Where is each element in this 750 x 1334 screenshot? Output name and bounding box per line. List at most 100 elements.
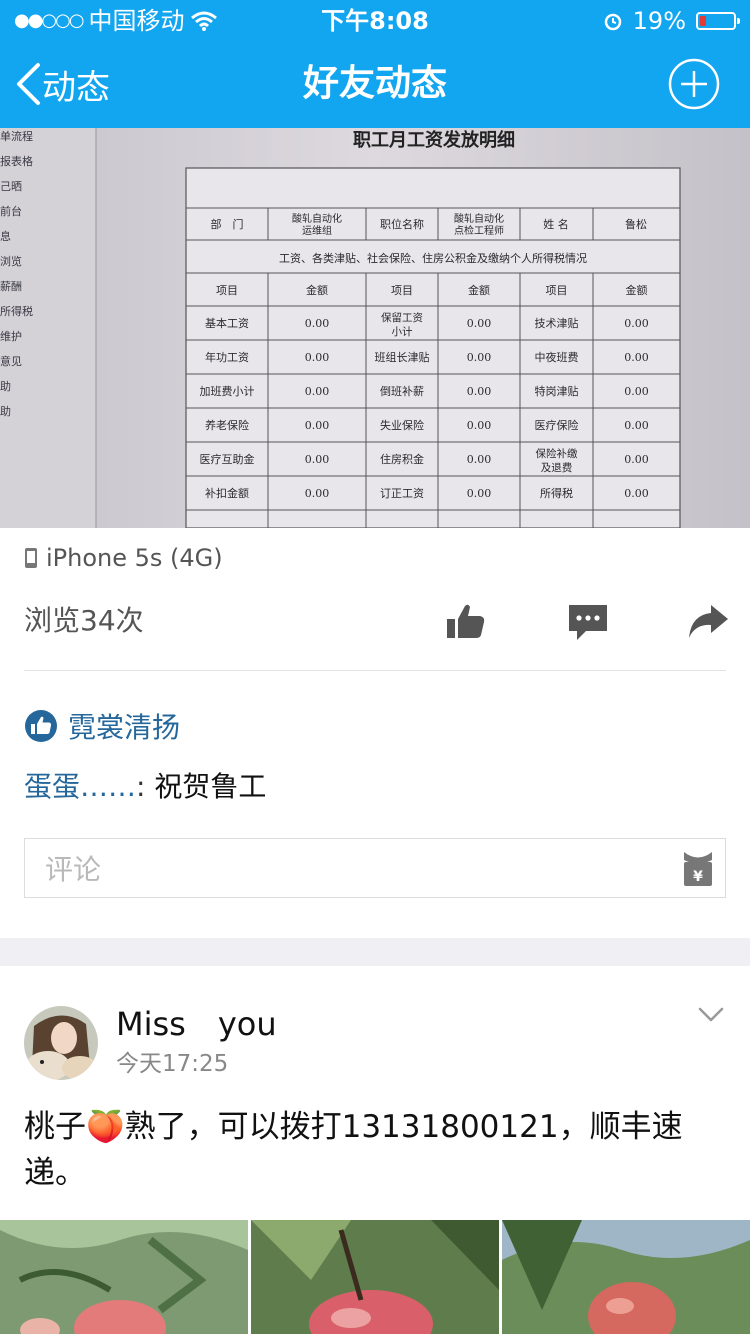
side-menu-item: 意见	[0, 354, 22, 368]
peach-photo-3[interactable]	[502, 1220, 750, 1334]
plus-circle-icon[interactable]	[668, 58, 720, 110]
dept-value: 酸轧自动化	[292, 212, 342, 225]
item-label-line2: 及退费	[541, 461, 573, 474]
side-menu-item: 助	[0, 404, 11, 418]
page-title: 好友动态	[302, 63, 447, 104]
item-label: 倒班补薪	[380, 385, 424, 398]
comment-text: 祝贺鲁工	[154, 770, 267, 803]
battery-percent: 19%	[632, 7, 686, 35]
dept-value-line2: 运维组	[302, 224, 332, 237]
amount-value: 0.00	[624, 317, 649, 330]
position-value: 酸轧自动化	[454, 212, 504, 225]
post-time: 今天17:25	[116, 1051, 229, 1077]
amount-value: 0.00	[305, 385, 330, 398]
amount-value: 0.00	[305, 419, 330, 432]
navigation-bar: ●●○○○ 中国移动 下午8:08 19% 动态 好友动态	[0, 0, 750, 128]
amount-value: 0.00	[467, 419, 492, 432]
thumbs-up-badge-icon	[25, 710, 57, 742]
status-right: 19%	[603, 6, 740, 36]
side-menu-item: 单流程	[0, 129, 33, 143]
item-label: 养老保险	[205, 418, 249, 432]
item-label: 补扣金额	[205, 486, 249, 500]
avatar[interactable]	[24, 1006, 98, 1080]
peach-photo-2[interactable]	[251, 1220, 499, 1334]
side-menu-item: 前台	[0, 204, 22, 218]
item-label-line2: 小计	[392, 325, 413, 338]
device-label: iPhone 5s (4G)	[46, 544, 223, 572]
amount-value: 0.00	[624, 419, 649, 432]
battery-icon	[696, 12, 740, 30]
item-label: 保留工资	[381, 311, 423, 324]
thumbs-up-icon[interactable]	[444, 600, 488, 644]
side-menu-item: 浏览	[0, 254, 22, 268]
liker-name[interactable]: 霓裳清扬	[68, 706, 180, 746]
peach-photo-1[interactable]	[0, 1220, 248, 1334]
amount-value: 0.00	[305, 317, 330, 330]
device-info: iPhone 5s (4G)	[24, 540, 223, 576]
name-value: 鲁松	[625, 217, 647, 231]
amount-value: 0.00	[624, 385, 649, 398]
col-amount-header: 金额	[626, 283, 648, 297]
side-menu-item: 助	[0, 379, 11, 393]
comment-box[interactable]: ¥	[24, 838, 726, 899]
item-label: 住房积金	[380, 452, 424, 466]
name-label: 姓 名	[543, 217, 569, 231]
col-item-header: 项目	[216, 284, 238, 297]
position-label: 职位名称	[380, 217, 424, 231]
side-menu-item: 薪酬	[0, 280, 22, 293]
amount-value: 0.00	[467, 317, 492, 330]
comment-author[interactable]: 蛋蛋……	[24, 770, 136, 803]
item-label: 医疗保险	[535, 418, 579, 432]
item-label: 班组长津贴	[375, 350, 430, 364]
item-label: 年功工资	[205, 350, 249, 364]
col-amount-header: 金额	[468, 283, 490, 297]
post-text-start: 桃子	[24, 1109, 86, 1145]
post-text: 桃子🍑熟了，可以拨打13131800121，顺丰速递。	[24, 1104, 724, 1196]
item-label: 技术津贴	[535, 316, 579, 330]
amount-value: 0.00	[305, 351, 330, 364]
side-menu-item: 息	[0, 229, 11, 243]
comment-separator: :	[136, 770, 155, 803]
red-packet-icon[interactable]: ¥	[683, 849, 713, 887]
comment-icon[interactable]	[566, 600, 610, 644]
amount-value: 0.00	[624, 453, 649, 466]
amount-value: 0.00	[467, 385, 492, 398]
side-menu-item: 报表格	[0, 154, 33, 168]
post-image-grid	[0, 1220, 750, 1334]
amount-value: 0.00	[305, 487, 330, 500]
item-label: 加班费小计	[200, 385, 255, 398]
peach-emoji: 🍑	[86, 1109, 125, 1145]
col-amount-header: 金额	[306, 283, 328, 297]
dept-label: 部 门	[211, 217, 244, 231]
chevron-down-icon[interactable]	[696, 1000, 726, 1030]
item-label: 中夜班费	[535, 350, 579, 364]
col-item-header: 项目	[391, 284, 413, 297]
salary-doc-title: 职工月工资发放明细	[353, 129, 515, 151]
amount-value: 0.00	[467, 351, 492, 364]
likes-row: 霓裳清扬	[24, 706, 180, 746]
amount-value: 0.00	[467, 453, 492, 466]
position-value-line2: 点检工程师	[454, 224, 504, 237]
alarm-icon	[604, 13, 621, 31]
comment-input[interactable]	[43, 839, 647, 899]
share-icon[interactable]	[686, 600, 730, 644]
svg-text:¥: ¥	[693, 869, 703, 885]
amount-value: 0.00	[624, 487, 649, 500]
col-item-header: 项目	[546, 284, 568, 297]
side-menu-item: 己晒	[0, 180, 22, 193]
post-image-salary-sheet[interactable]: 单流程 报表格 己晒 前台息浏览 薪酬 所得税 维护 意见助助 职工月工资发放明细 部 门酸轧…	[0, 128, 750, 528]
phone-icon	[25, 548, 37, 568]
amount-value: 0.00	[305, 453, 330, 466]
view-count: 浏览34次	[24, 604, 144, 637]
section-gap	[0, 938, 750, 966]
item-label: 失业保险	[380, 418, 424, 432]
side-menu-item: 所得税	[0, 304, 33, 318]
comment-item[interactable]: 蛋蛋……: 祝贺鲁工	[24, 766, 266, 808]
item-label: 所得税	[540, 486, 573, 500]
amount-value: 0.00	[624, 351, 649, 364]
post-author[interactable]: Miss you	[116, 1004, 277, 1044]
side-menu-item: 维护	[0, 329, 22, 343]
divider	[24, 670, 726, 671]
item-label: 基本工资	[205, 316, 249, 330]
item-label: 订正工资	[380, 487, 424, 500]
